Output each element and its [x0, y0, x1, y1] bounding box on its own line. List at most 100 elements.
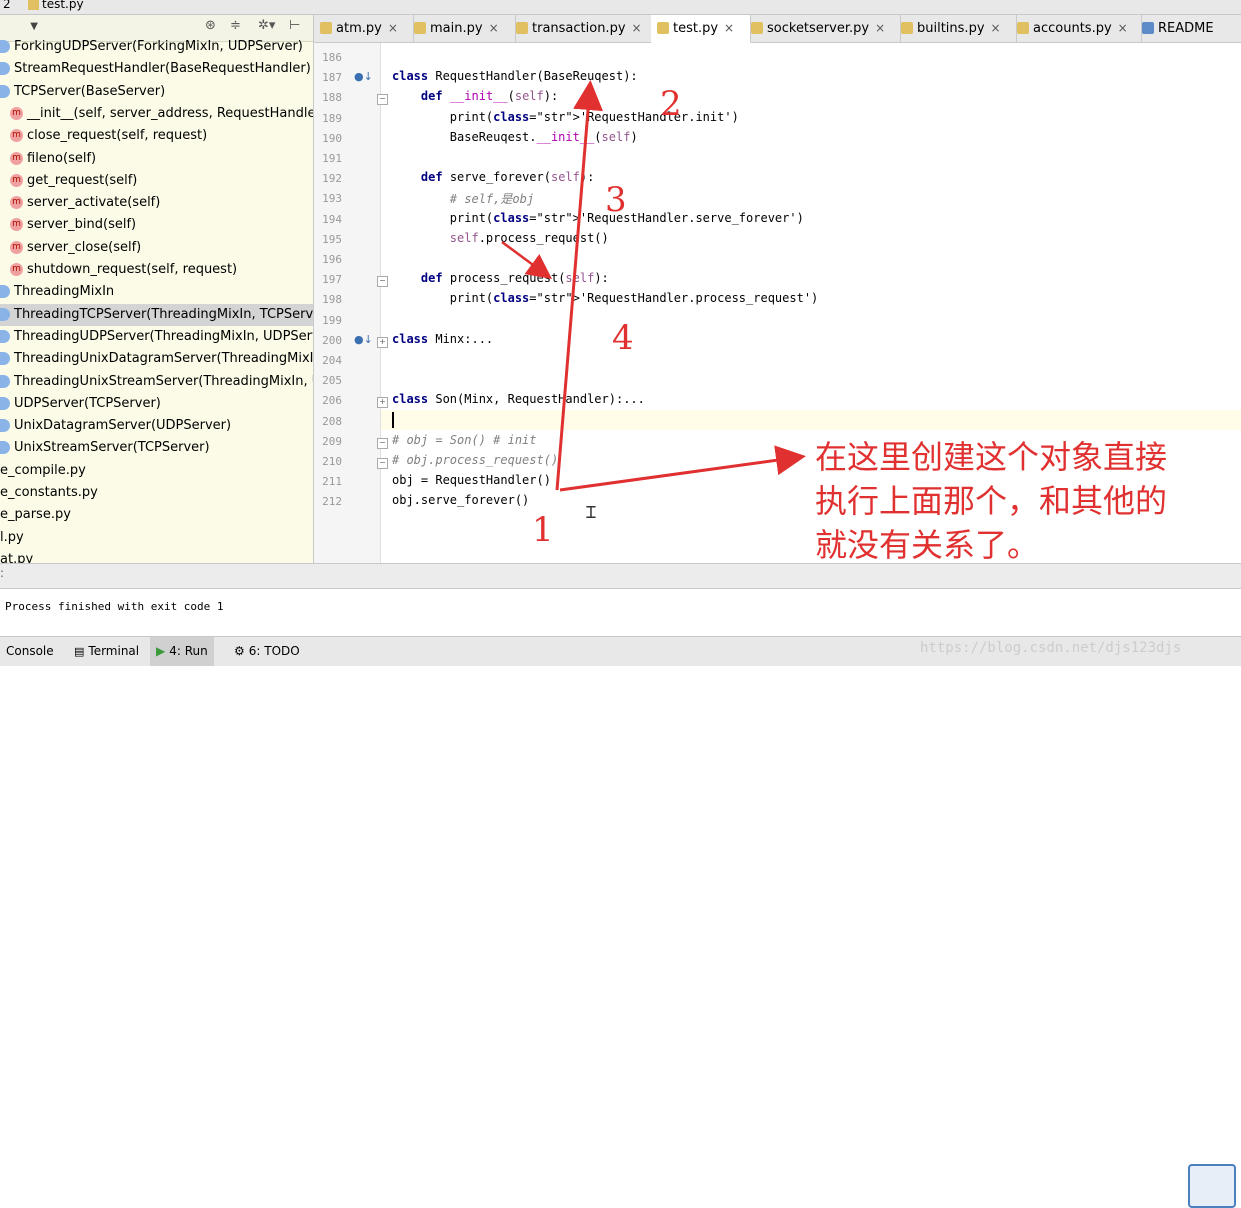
tree-item[interactable]: m fileno(self) [0, 148, 313, 170]
tab-console[interactable]: Console [0, 637, 60, 666]
tree-item-label: UnixDatagramServer(UDPServer) [14, 418, 232, 434]
tree-item[interactable]: ForkingUDPServer(ForkingMixIn, UDPServer… [0, 36, 313, 58]
tree-item-label: server_activate(self) [27, 195, 161, 211]
tree-item[interactable]: ThreadingTCPServer(ThreadingMixIn, TCPSe… [0, 303, 314, 326]
collapse-fold-icon[interactable]: − [377, 276, 388, 288]
close-icon[interactable]: × [991, 21, 1001, 35]
tree-item[interactable]: StreamRequestHandler(BaseRequestHandler) [0, 58, 313, 80]
editor-tab-label: test.py [673, 21, 719, 36]
close-icon[interactable]: × [632, 21, 642, 35]
tree-item-label: l.py [0, 529, 24, 545]
tree-item[interactable]: m __init__(self, server_address, RequestH… [0, 103, 313, 125]
tab-run[interactable]: ▶ 4: Run [150, 637, 214, 666]
method-icon: m [10, 173, 23, 187]
tree-item[interactable]: UnixDatagramServer(UDPServer) [0, 415, 313, 437]
tree-item[interactable]: m server_activate(self) [0, 192, 313, 214]
python-file-icon [901, 21, 913, 34]
tree-item[interactable]: at.py [0, 549, 313, 563]
expand-fold-icon[interactable]: + [377, 336, 388, 348]
tree-item[interactable]: m close_request(self, request) [0, 125, 313, 147]
pin-icon[interactable]: ⊢ [289, 18, 300, 33]
tree-item[interactable]: ThreadingUnixStreamServer(ThreadingMixIn… [0, 371, 313, 393]
python-file-icon [28, 0, 39, 10]
editor-tab[interactable]: socketserver.py × [745, 15, 901, 42]
tree-item[interactable]: l.py [0, 527, 313, 549]
collapse-fold-icon[interactable]: − [377, 94, 388, 106]
code-line: obj = RequestHandler() [392, 473, 551, 488]
gear-icon[interactable]: ✲▾ [258, 18, 275, 33]
override-icon[interactable]: ●↓ [354, 70, 373, 83]
close-icon[interactable]: × [875, 21, 885, 35]
expand-fold-icon[interactable]: + [377, 397, 388, 409]
target-icon[interactable]: ⊛ [205, 18, 216, 33]
close-icon[interactable]: × [724, 21, 734, 35]
collapse-fold-icon[interactable]: − [377, 458, 388, 469]
tree-item-label: e_compile.py [0, 462, 86, 478]
implemented-icon[interactable]: ●↓ [354, 333, 373, 346]
method-icon: m [10, 106, 23, 120]
tree-item-label: ThreadingTCPServer(ThreadingMixIn, TCPSe… [14, 306, 314, 322]
python-file-icon [516, 21, 528, 34]
editor-tab[interactable]: accounts.py × [1011, 15, 1142, 42]
method-icon: m [10, 240, 23, 254]
tree-item[interactable]: UDPServer(TCPServer) [0, 393, 313, 415]
line-number: 197 [322, 273, 342, 287]
method-icon: m [10, 218, 23, 232]
run-output: Process finished with exit code 1 [5, 600, 224, 613]
editor-tab[interactable]: README [1136, 15, 1241, 42]
tree-item[interactable]: m get_request(self) [0, 170, 313, 192]
collapse-fold-icon[interactable]: − [377, 437, 388, 449]
line-number: 186 [322, 51, 342, 64]
annotation-number-2: 2 [660, 84, 682, 124]
editor-tab[interactable]: main.py × [408, 15, 516, 42]
tree-item-label: UnixStreamServer(TCPServer) [14, 440, 210, 456]
tree-item[interactable]: e_constants.py [0, 482, 313, 504]
note-line-3: 就没有关系了。 [815, 526, 1040, 564]
structure-panel: ▼ ⊛ ≑ ✲▾ ⊢ ForkingUDPServer(ForkingMixIn… [0, 15, 314, 563]
tree-item[interactable]: m server_bind(self) [0, 214, 313, 236]
class-icon [0, 352, 10, 366]
editor-tab[interactable]: transaction.py × [510, 15, 657, 42]
breadcrumb-project[interactable]: 2 [3, 0, 11, 11]
terminal-icon: ▤ [74, 645, 85, 658]
line-number: 187 [322, 71, 342, 85]
code-line: # obj.process_request() [392, 453, 559, 467]
code-line: class Son(Minx, RequestHandler):... [392, 392, 645, 407]
tree-item-label: StreamRequestHandler(BaseRequestHandler) [14, 61, 311, 77]
tree-item[interactable]: TCPServer(BaseServer) [0, 81, 313, 103]
collapse-icon[interactable]: ≑ [230, 18, 241, 33]
line-number: 195 [322, 232, 342, 246]
close-icon[interactable]: × [1118, 21, 1128, 35]
tree-item-label: ThreadingUnixDatagramServer(ThreadingMix… [14, 351, 314, 367]
console-tab-label: Console [6, 644, 54, 658]
close-icon[interactable]: × [489, 21, 499, 35]
tree-item-label: shutdown_request(self, request) [27, 262, 238, 277]
avatar [1188, 1164, 1236, 1208]
method-icon: m [10, 129, 23, 143]
annotation-number-4: 4 [612, 318, 634, 358]
editor-tab-label: main.py [430, 21, 483, 36]
todo-tab-label: 6: TODO [248, 644, 300, 658]
line-number: 189 [322, 111, 342, 125]
code-line: obj.serve_forever() [392, 493, 530, 508]
class-icon [0, 62, 10, 76]
tree-item[interactable]: e_compile.py [0, 460, 313, 482]
editor-tab[interactable]: builtins.py × [895, 15, 1017, 42]
tree-item[interactable]: ThreadingMixIn [0, 281, 313, 303]
breadcrumb-file[interactable]: test.py [28, 0, 84, 11]
editor-tab[interactable]: atm.py × [314, 15, 414, 42]
tab-todo[interactable]: ⚙ 6: TODO [228, 637, 306, 666]
tree-item[interactable]: m shutdown_request(self, request) [0, 259, 313, 281]
tab-terminal[interactable]: ▤ Terminal [68, 637, 145, 666]
tree-item[interactable]: UnixStreamServer(TCPServer) [0, 437, 313, 459]
code-line: class RequestHandler(BaseReuqest): [392, 69, 638, 84]
editor-tab[interactable]: test.py × [651, 15, 751, 43]
tree-item[interactable]: e_parse.py [0, 504, 313, 526]
structure-dropdown[interactable]: ▼ [0, 18, 40, 38]
tree-item[interactable]: m server_close(self) [0, 237, 313, 259]
close-icon[interactable]: × [388, 21, 398, 35]
tree-item[interactable]: ThreadingUDPServer(ThreadingMixIn, UDPSe… [0, 326, 313, 348]
line-number: 192 [322, 172, 342, 186]
tree-item[interactable]: ThreadingUnixDatagramServer(ThreadingMix… [0, 348, 313, 370]
run-toolbar-handle[interactable]: : [0, 566, 4, 580]
